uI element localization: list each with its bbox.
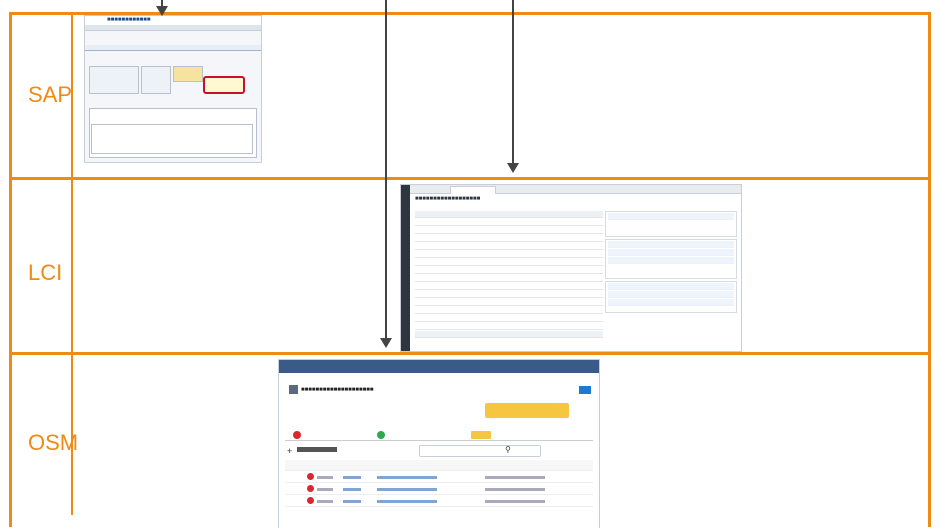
osm-table-header <box>285 460 593 471</box>
lci-attribute-row <box>415 243 603 250</box>
row-status <box>317 500 333 503</box>
divider-lci-osm <box>9 352 931 355</box>
sap-field-group <box>141 66 171 94</box>
table-row[interactable] <box>285 496 593 507</box>
osm-work-order-title: ■■■■■■■■■■■■■■■■■■■■ <box>301 387 374 393</box>
arrow-to-osm-line <box>385 0 387 338</box>
table-row[interactable] <box>285 484 593 495</box>
lci-attribute-row <box>415 299 603 306</box>
lci-document-link[interactable] <box>608 299 734 306</box>
lci-document-link[interactable] <box>608 249 734 256</box>
lci-attribute-row <box>415 227 603 234</box>
lci-attribute-row <box>415 259 603 266</box>
osm-warning-banner <box>485 403 569 418</box>
lci-attribute-row <box>415 291 603 298</box>
row-link[interactable] <box>343 500 361 503</box>
sap-logo-icon <box>579 386 591 394</box>
status-red-icon <box>307 497 314 504</box>
lci-attribute-row <box>415 307 603 314</box>
row-status <box>317 476 333 479</box>
lci-object-title: ■■■■■■■■■■■■■■■■■■ <box>415 196 481 202</box>
lci-documents-panel <box>605 239 737 279</box>
lci-other-docs-panel <box>605 281 737 313</box>
sap-screenshot: ■■■■■■■■■■■■ <box>84 15 262 163</box>
osm-yellow-tag[interactable] <box>471 431 491 439</box>
row-link[interactable] <box>343 476 361 479</box>
lci-document-link[interactable] <box>608 283 734 290</box>
table-row[interactable] <box>285 472 593 483</box>
label-lci: LCI <box>28 260 63 285</box>
arrow-to-sap-head <box>156 6 168 16</box>
lci-attribute-row <box>415 283 603 290</box>
sap-field-group <box>89 66 139 94</box>
lci-attribute-row <box>415 219 603 226</box>
osm-screenshot: ■■■■■■■■■■■■■■■■■■■■ + ⚲ <box>278 359 600 528</box>
lci-attribute-row <box>415 323 603 330</box>
row-title-link[interactable] <box>377 500 437 503</box>
sap-highlight-box <box>203 76 245 94</box>
row-dates <box>485 500 545 503</box>
sap-status-box <box>173 66 203 82</box>
row-title-link[interactable] <box>377 476 437 479</box>
lci-attribute-row <box>415 251 603 258</box>
sap-window-title: ■■■■■■■■■■■■ <box>85 16 261 25</box>
lci-document-link[interactable] <box>608 257 734 264</box>
sap-toolbar <box>85 25 261 31</box>
lci-attribute-row <box>415 235 603 242</box>
label-sap: SAP <box>28 82 73 107</box>
status-red-icon <box>307 485 314 492</box>
lci-sidebar <box>401 185 410 351</box>
lci-attribute-row <box>415 267 603 274</box>
lci-document-link[interactable] <box>608 291 734 298</box>
divider-sap-lci <box>9 177 931 180</box>
row-link[interactable] <box>343 488 361 491</box>
arrow-to-lci-head <box>507 163 519 173</box>
row-title-link[interactable] <box>377 488 437 491</box>
row-dates <box>485 476 545 479</box>
sap-tab-strip <box>85 45 261 51</box>
add-work-permit-icon[interactable]: + <box>287 446 292 456</box>
lci-section-header <box>415 331 603 338</box>
search-icon[interactable]: ⚲ <box>505 445 511 454</box>
arrow-to-osm-head <box>380 338 392 348</box>
status-red-icon[interactable] <box>293 431 301 439</box>
status-red-icon <box>307 473 314 480</box>
lci-attribute-row <box>415 315 603 322</box>
row-status <box>317 488 333 491</box>
row-dates <box>485 488 545 491</box>
osm-search-input[interactable] <box>419 445 541 457</box>
lci-tab[interactable] <box>450 186 496 194</box>
status-green-icon[interactable] <box>377 431 385 439</box>
lci-tab-bar <box>410 185 741 194</box>
sap-table <box>91 124 253 154</box>
lci-document-link[interactable] <box>608 241 734 248</box>
arrow-to-lci-line <box>512 0 514 163</box>
lci-related-link[interactable] <box>608 213 734 220</box>
label-osm: OSM <box>28 430 79 455</box>
osm-filter-tabs <box>285 430 593 441</box>
lci-related-panel <box>605 211 737 237</box>
lci-screenshot: ■■■■■■■■■■■■■■■■■■ <box>400 184 742 352</box>
osm-header-bar <box>279 360 599 373</box>
work-order-icon <box>289 385 298 394</box>
lci-attribute-row <box>415 275 603 282</box>
lci-toolbar <box>415 211 603 218</box>
osm-section-title <box>297 447 337 452</box>
